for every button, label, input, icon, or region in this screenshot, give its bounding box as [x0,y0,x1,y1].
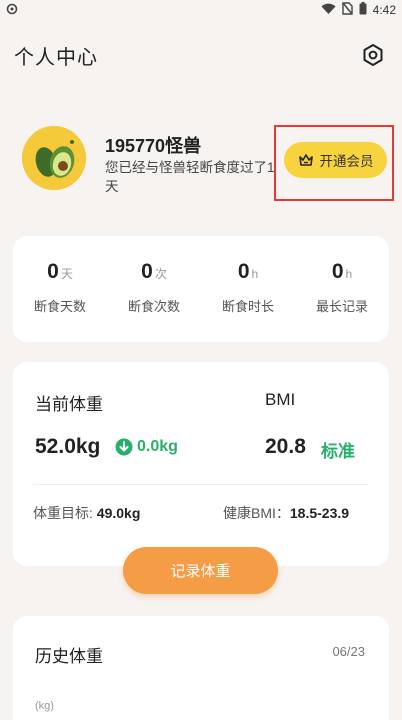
settings-button[interactable] [360,42,386,68]
bmi-status: 标准 [321,442,355,461]
bmi-label: BMI [265,390,296,409]
stat-value: 0 [331,260,344,283]
history-weight-card: 历史体重 06/23 (kg) [13,616,389,720]
stat-longest-record[interactable]: 0h 最长记录 [295,260,389,315]
fasting-days-text: 您已经与怪兽轻断食度过了1天 [105,160,275,194]
stat-unit: h [345,267,353,281]
settings-dot-icon [6,3,18,18]
stat-label: 断食天数 [33,299,86,314]
weight-card: 当前体重 BMI 52.0kg 0.0kg 20.8 标准 体重目标: 49.0… [13,362,389,566]
vip-button[interactable]: 开通会员 [284,142,387,178]
bmi-value: 20.8 [265,435,306,458]
profile-section: 195770怪兽 您已经与怪兽轻断食度过了1天 开通会员 [0,120,402,201]
stat-value: 0 [47,260,59,283]
avocado-icon [22,126,86,190]
target-weight[interactable]: 体重目标: 49.0kg [33,503,140,523]
weight-delta: 0.0kg [115,438,178,456]
current-weight-value: 52.0kg [35,435,101,458]
stat-value: 0 [141,260,153,283]
fasting-stats-card: 0天 断食天数 0次 断食次数 0h 断食时长 0h 最长记录 [13,236,389,342]
stat-label: 最长记录 [315,299,368,314]
vip-button-label: 开通会员 [319,154,374,169]
crown-icon [298,154,313,166]
history-title: 历史体重 [35,647,103,666]
healthy-bmi-value: 18.5-23.9 [289,505,350,521]
no-sim-icon [341,2,353,18]
username: 195770怪兽 [105,136,202,156]
record-weight-button[interactable]: 记录体重 [123,547,278,594]
down-arrow-circle-icon [115,438,133,456]
stat-fasting-days[interactable]: 0天 断食天数 [13,260,107,315]
battery-icon [359,2,367,18]
status-time: 4:42 [372,3,396,17]
status-bar: 4:42 [0,0,402,20]
history-date: 06/23 [332,644,365,659]
avatar[interactable] [22,126,86,190]
current-weight-label: 当前体重 [35,395,103,414]
stat-unit: 次 [154,267,167,281]
stat-fasting-duration[interactable]: 0h 断食时长 [201,260,295,315]
page-title: 个人中心 [14,46,98,69]
healthy-bmi: 健康BMI：18.5-23.9 [223,503,349,523]
healthy-bmi-label: 健康BMI： [223,505,290,521]
stat-unit: h [251,267,259,281]
wifi-icon [321,3,336,18]
chart-unit-label: (kg) [35,700,54,712]
stat-label: 断食次数 [127,299,180,314]
stat-fasting-count[interactable]: 0次 断食次数 [107,260,201,315]
header: 个人中心 [0,30,402,80]
stat-label: 断食时长 [221,299,274,314]
weight-delta-value: 0.0kg [137,438,178,455]
target-weight-value: 49.0kg [96,505,141,521]
stat-unit: 天 [60,267,73,281]
divider [33,484,369,485]
hexagon-settings-icon [363,44,383,66]
stat-value: 0 [237,260,250,283]
target-weight-label: 体重目标: [33,505,93,521]
